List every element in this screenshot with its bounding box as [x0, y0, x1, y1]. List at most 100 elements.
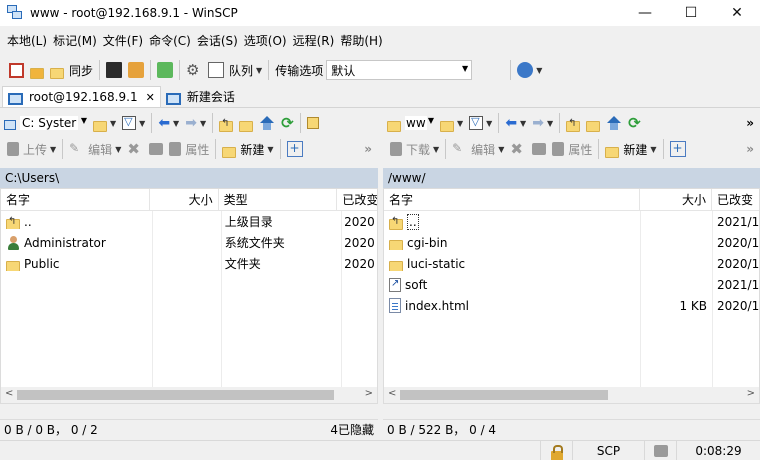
toolbar-separator — [150, 60, 152, 80]
remote-toolbar-overflow[interactable]: » — [746, 142, 754, 156]
upload-button[interactable]: 上传 ▼ — [4, 137, 59, 161]
col-changed[interactable]: 已改变 — [712, 189, 759, 211]
remote-home-button[interactable] — [603, 111, 625, 135]
console-button[interactable] — [154, 58, 176, 82]
remote-rename-button[interactable] — [529, 137, 549, 161]
local-tree-button[interactable] — [304, 111, 322, 135]
close-tab-icon[interactable]: ✕ — [146, 91, 155, 104]
local-file-list[interactable]: 名字 大小 类型 已改变 ^ .. 上级目录 2020 Administrato… — [0, 188, 378, 404]
menu-files[interactable]: 文件(F) — [100, 31, 146, 51]
scrollbar-thumb[interactable] — [400, 390, 608, 400]
close-button[interactable]: ✕ — [714, 0, 760, 26]
sync-icon — [50, 67, 64, 79]
remote-parent-dir-button[interactable] — [563, 111, 583, 135]
plus-icon: + — [286, 141, 303, 157]
menu-mark[interactable]: 标记(M) — [50, 31, 100, 51]
menu-commands[interactable]: 命令(C) — [146, 31, 194, 51]
tab-new-session[interactable]: 新建会话 — [161, 86, 240, 107]
menu-help[interactable]: 帮助(H) — [337, 31, 385, 51]
menu-remote[interactable]: 远程(R) — [290, 31, 338, 51]
transfer-settings-value: 默认 — [331, 63, 356, 78]
list-item[interactable]: cgi-bin 2020/1/ — [384, 232, 759, 253]
maximize-button[interactable]: ☐ — [668, 0, 714, 26]
list-item[interactable]: soft 2021/1/ — [384, 274, 759, 295]
remote-properties-button[interactable]: 属性 — [549, 137, 595, 161]
chevron-down-icon: ▼ — [433, 144, 440, 154]
forward-arrow-icon: ➡ — [185, 115, 197, 131]
remote-filter-button[interactable]: ▼ — [466, 111, 495, 135]
remote-root-dir-button[interactable] — [583, 111, 603, 135]
transfer-settings-select[interactable]: 默认 ▼ — [326, 60, 473, 80]
menu-local[interactable]: 本地(L) — [4, 31, 50, 51]
list-item[interactable]: .. 2021/1/ — [384, 211, 759, 232]
local-select-button[interactable]: + — [284, 137, 306, 161]
remote-refresh-button[interactable]: ⟳ — [625, 111, 644, 135]
remote-dir-select[interactable]: ww ▼ — [387, 113, 437, 133]
local-panel: C: Syster ▼ ▼ ▼ ⬅▼ ➡▼ ⟳ 上传▼ ✎编辑▼ ✖ 属性 新建… — [0, 110, 378, 440]
local-edit-button[interactable]: ✎ 编辑 ▼ — [66, 137, 124, 161]
global-options-button[interactable]: ▼ — [514, 58, 545, 82]
scrollbar-thumb[interactable] — [17, 390, 334, 400]
col-type[interactable]: 类型 — [219, 189, 338, 211]
globe-icon — [517, 62, 534, 78]
list-item[interactable]: luci-static 2020/1/ — [384, 253, 759, 274]
synchronize-button[interactable]: 同步 — [47, 58, 96, 82]
remote-file-list[interactable]: 名字 大小 已改变 ^ .. 2021/1/ cgi-bin 2020/1/ l… — [383, 188, 760, 404]
local-hidden-count[interactable]: 4已隐藏 — [330, 421, 374, 438]
local-forward-button[interactable]: ➡ ▼ — [182, 111, 209, 135]
local-delete-button[interactable]: ✖ — [124, 137, 146, 161]
col-changed[interactable]: 已改变 — [337, 189, 377, 211]
local-filter-button[interactable]: ▼ — [119, 111, 148, 135]
preferences-button[interactable]: ⚙ — [183, 58, 205, 82]
synchronize-browsing-button[interactable] — [27, 58, 47, 82]
local-home-button[interactable] — [256, 111, 278, 135]
local-properties-button[interactable]: 属性 — [166, 137, 212, 161]
menu-options[interactable]: 选项(O) — [241, 31, 290, 51]
list-item[interactable]: index.html 1 KB 2020/1/ — [384, 295, 759, 316]
local-horizontal-scrollbar[interactable]: < > — [1, 387, 377, 403]
remote-horizontal-scrollbar[interactable]: < > — [384, 387, 759, 403]
remote-edit-button[interactable]: ✎ 编辑 ▼ — [449, 137, 507, 161]
scroll-left-icon[interactable]: < — [388, 388, 396, 399]
list-item[interactable]: .. 上级目录 2020 — [1, 211, 377, 232]
remote-path-bar[interactable]: /www/ — [383, 168, 760, 188]
new-folder-icon — [605, 146, 620, 158]
local-toolbar-overflow[interactable]: » — [364, 142, 372, 156]
local-drive-select[interactable]: C: Syster ▼ — [4, 113, 90, 133]
minimize-button[interactable]: — — [622, 0, 668, 26]
remote-delete-button[interactable]: ✖ — [507, 137, 529, 161]
open-terminal-button[interactable] — [103, 58, 125, 82]
local-new-button[interactable]: 新建 ▼ — [219, 137, 276, 161]
local-parent-dir-button[interactable] — [216, 111, 236, 135]
local-back-button[interactable]: ⬅ ▼ — [155, 111, 182, 135]
scroll-left-icon[interactable]: < — [5, 388, 13, 399]
list-item[interactable]: Administrator 系统文件夹 2020 — [1, 232, 377, 253]
local-path-bar[interactable]: C:\Users\ — [0, 168, 378, 188]
tab-session[interactable]: root@192.168.9.1 ✕ — [2, 86, 161, 107]
queue-button[interactable]: 队列 ▼ — [205, 58, 265, 82]
col-size[interactable]: 大小 — [150, 189, 219, 211]
compare-dirs-button[interactable] — [6, 58, 27, 82]
remote-forward-button[interactable]: ➡ ▼ — [529, 111, 556, 135]
remote-select-button[interactable]: + — [667, 137, 689, 161]
remote-open-dir-button[interactable]: ▼ — [437, 111, 466, 135]
col-name[interactable]: 名字 — [1, 189, 151, 211]
list-item[interactable]: Public 文件夹 2020 — [1, 253, 377, 274]
putty-button[interactable] — [125, 58, 147, 82]
remote-back-button[interactable]: ⬅ ▼ — [502, 111, 529, 135]
root-folder-icon — [239, 120, 254, 132]
winscp-app-icon — [7, 5, 23, 21]
local-refresh-button[interactable]: ⟳ — [278, 111, 297, 135]
local-rename-button[interactable] — [146, 137, 166, 161]
menu-session[interactable]: 会话(S) — [194, 31, 241, 51]
encryption-status[interactable] — [540, 440, 572, 460]
local-open-dir-button[interactable]: ▼ — [90, 111, 119, 135]
remote-nav-overflow[interactable]: » — [746, 116, 754, 130]
download-button[interactable]: 下载 ▼ — [387, 137, 442, 161]
scroll-right-icon[interactable]: > — [747, 388, 755, 399]
remote-edit-label: 编辑 — [471, 142, 496, 157]
local-root-dir-button[interactable] — [236, 111, 256, 135]
scroll-right-icon[interactable]: > — [365, 388, 373, 399]
col-size[interactable]: 大小 — [640, 189, 712, 211]
remote-new-button[interactable]: 新建 ▼ — [602, 137, 659, 161]
